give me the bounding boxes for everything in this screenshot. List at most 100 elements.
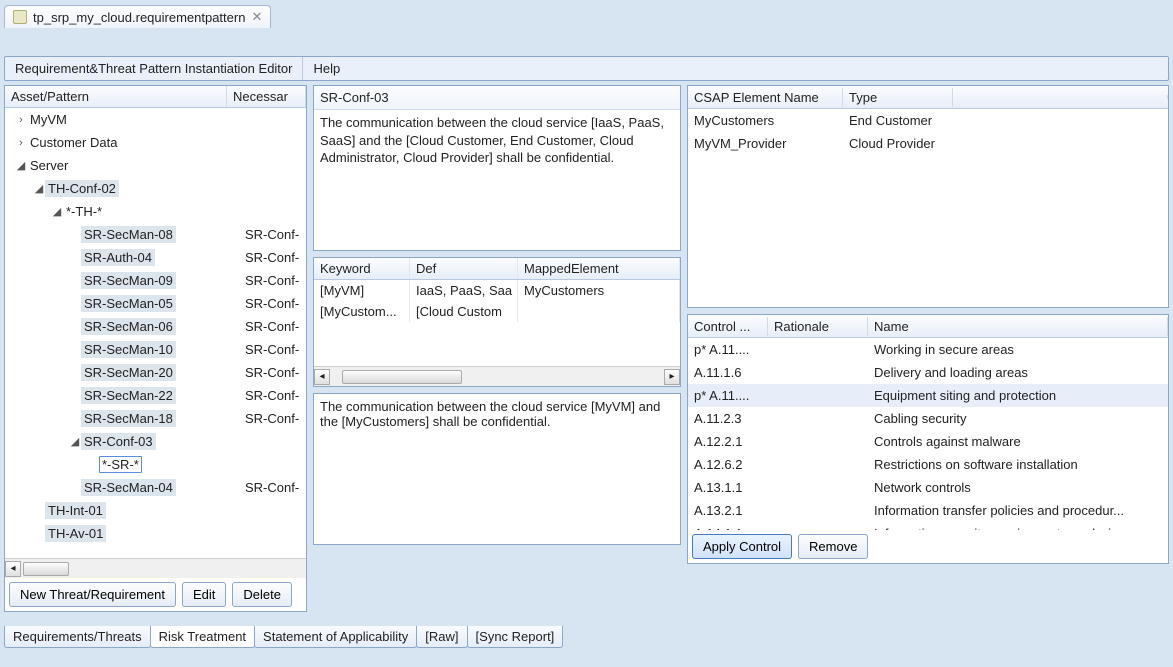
tree-item[interactable]: TH-Int-01 (5, 499, 306, 522)
ctrl-col-id[interactable]: Control ... (688, 317, 768, 336)
control-row[interactable]: p* A.11....Equipment siting and protecti… (688, 384, 1168, 407)
csap-cell: MyVM_Provider (688, 134, 843, 153)
csap-col-extra[interactable] (953, 95, 1168, 99)
kw-col-mapped[interactable]: MappedElement (518, 258, 680, 279)
tree-item[interactable]: SR-Auth-04SR-Conf- (5, 246, 306, 269)
tree-item-necessary: SR-Conf- (245, 273, 299, 288)
tree-col-necessary[interactable]: Necessar (227, 86, 306, 107)
bottom-tab[interactable]: Risk Treatment (150, 626, 255, 648)
tree-item[interactable]: SR-SecMan-09 SR-Conf- (5, 269, 306, 292)
expand-closed-icon[interactable]: › (15, 114, 27, 126)
tree-item-label: TH-Av-01 (45, 525, 106, 542)
edit-button[interactable]: Edit (182, 582, 226, 607)
expand-open-icon[interactable]: ◢ (51, 205, 63, 218)
csap-col-name[interactable]: CSAP Element Name (688, 88, 843, 107)
tree-item[interactable]: SR-SecMan-06SR-Conf- (5, 315, 306, 338)
kw-h-scrollbar[interactable]: ◂ ▸ (314, 366, 680, 386)
control-cell: Working in secure areas (868, 340, 1168, 359)
remove-control-button[interactable]: Remove (798, 534, 868, 559)
new-threat-button[interactable]: New Threat/Requirement (9, 582, 176, 607)
tree-item[interactable]: TH-Av-01 (5, 522, 306, 545)
control-cell: Equipment siting and protection (868, 386, 1168, 405)
tree-h-scrollbar[interactable]: ◂ (5, 558, 306, 578)
csap-table: CSAP Element Name Type MyCustomersEnd Cu… (687, 85, 1169, 308)
file-tab-label: tp_srp_my_cloud.requirementpattern (33, 10, 245, 25)
keyword-cell: MyCustomers (518, 280, 680, 301)
bottom-tab[interactable]: Requirements/Threats (4, 626, 151, 648)
control-row[interactable]: A.13.1.1Network controls (688, 476, 1168, 499)
tree-item-label: SR-SecMan-09 (81, 272, 176, 289)
expand-open-icon[interactable]: ◢ (33, 182, 45, 195)
control-cell: Restrictions on software installation (868, 455, 1168, 474)
menu-help[interactable]: Help (303, 57, 350, 80)
tree-item-label: *-SR-* (99, 456, 142, 473)
ctrl-col-rationale[interactable]: Rationale (768, 317, 868, 336)
tree-item[interactable]: ◢*-TH-* (5, 200, 306, 223)
csap-row[interactable]: MyCustomersEnd Customer (688, 109, 1168, 132)
tree-item-necessary: SR-Conf- (245, 296, 299, 311)
control-row[interactable]: A.12.2.1Controls against malware (688, 430, 1168, 453)
asset-pattern-panel: Asset/Pattern Necessar ›MyVM›Customer Da… (4, 85, 307, 612)
control-row[interactable]: A.12.6.2Restrictions on software install… (688, 453, 1168, 476)
delete-button[interactable]: Delete (232, 582, 292, 607)
control-row[interactable]: A.11.2.3Cabling security (688, 407, 1168, 430)
tree-item[interactable]: SR-SecMan-22SR-Conf- (5, 384, 306, 407)
tree-col-asset[interactable]: Asset/Pattern (5, 86, 227, 107)
scroll-right-icon[interactable]: ▸ (664, 369, 680, 385)
controls-table: Control ... Rationale Name p* A.11....Wo… (687, 314, 1169, 564)
tree-item[interactable]: ›Customer Data (5, 131, 306, 154)
control-row[interactable]: A.14.1.1Information security requirement… (688, 522, 1168, 530)
scroll-thumb[interactable] (342, 370, 462, 384)
bottom-tab[interactable]: Statement of Applicability (254, 626, 417, 648)
keyword-cell: [Cloud Custom (410, 301, 518, 322)
ctrl-col-name[interactable]: Name (868, 317, 1168, 336)
tree-item-necessary: SR-Conf- (245, 342, 299, 357)
detail-description[interactable]: The communication between the cloud serv… (314, 110, 680, 250)
file-tab[interactable]: tp_srp_my_cloud.requirementpattern ✕ (4, 5, 271, 28)
tree-item[interactable]: SR-SecMan-05SR-Conf- (5, 292, 306, 315)
control-cell (768, 440, 868, 444)
control-row[interactable]: A.13.2.1Information transfer policies an… (688, 499, 1168, 522)
tree-item[interactable]: SR-SecMan-20SR-Conf- (5, 361, 306, 384)
control-cell: Information transfer policies and proced… (868, 501, 1168, 520)
result-text[interactable]: The communication between the cloud serv… (314, 394, 680, 544)
control-cell (768, 371, 868, 375)
keyword-row[interactable]: [MyVM]IaaS, PaaS, SaaMyCustomers (314, 280, 680, 301)
csap-row[interactable]: MyVM_ProviderCloud Provider (688, 132, 1168, 155)
keyword-cell (518, 301, 680, 322)
keyword-row[interactable]: [MyCustom...[Cloud Custom (314, 301, 680, 322)
tree-item[interactable]: SR-SecMan-08SR-Conf- (5, 223, 306, 246)
expand-open-icon[interactable]: ◢ (15, 159, 27, 172)
tree-item[interactable]: SR-SecMan-18SR-Conf- (5, 407, 306, 430)
kw-col-keyword[interactable]: Keyword (314, 258, 410, 279)
expand-closed-icon[interactable]: › (15, 137, 27, 149)
scroll-left-icon[interactable]: ◂ (5, 561, 21, 577)
menu-editor[interactable]: Requirement&Threat Pattern Instantiation… (5, 57, 303, 80)
apply-control-button[interactable]: Apply Control (692, 534, 792, 559)
detail-panel: SR-Conf-03 The communication between the… (313, 85, 681, 251)
scroll-thumb[interactable] (23, 562, 69, 576)
tree-item[interactable]: ◢SR-Conf-03 (5, 430, 306, 453)
control-row[interactable]: p* A.11....Working in secure areas (688, 338, 1168, 361)
tree-item-label: Customer Data (27, 134, 120, 151)
tree-item[interactable]: *-SR-* (5, 453, 306, 476)
bottom-tab[interactable]: [Raw] (416, 626, 467, 648)
kw-col-def[interactable]: Def (410, 258, 518, 279)
csap-col-type[interactable]: Type (843, 88, 953, 107)
tree-item-label: SR-SecMan-06 (81, 318, 176, 335)
expand-open-icon[interactable]: ◢ (69, 435, 81, 448)
tree-item-label: Server (27, 157, 71, 174)
bottom-tab[interactable]: [Sync Report] (467, 626, 564, 648)
result-panel: The communication between the cloud serv… (313, 393, 681, 545)
control-row[interactable]: A.11.1.6Delivery and loading areas (688, 361, 1168, 384)
tree-item[interactable]: ◢TH-Conf-02 (5, 177, 306, 200)
tree-item[interactable]: ›MyVM (5, 108, 306, 131)
asset-tree[interactable]: ›MyVM›Customer Data◢Server◢TH-Conf-02◢*-… (5, 108, 306, 558)
close-tab-icon[interactable]: ✕ (251, 9, 262, 25)
scroll-left-icon[interactable]: ◂ (314, 369, 330, 385)
tree-item[interactable]: SR-SecMan-04SR-Conf- (5, 476, 306, 499)
tree-item[interactable]: SR-SecMan-10SR-Conf- (5, 338, 306, 361)
tree-item[interactable]: ◢Server (5, 154, 306, 177)
tree-item-label: SR-SecMan-08 (81, 226, 176, 243)
tree-item-label: SR-SecMan-20 (81, 364, 176, 381)
